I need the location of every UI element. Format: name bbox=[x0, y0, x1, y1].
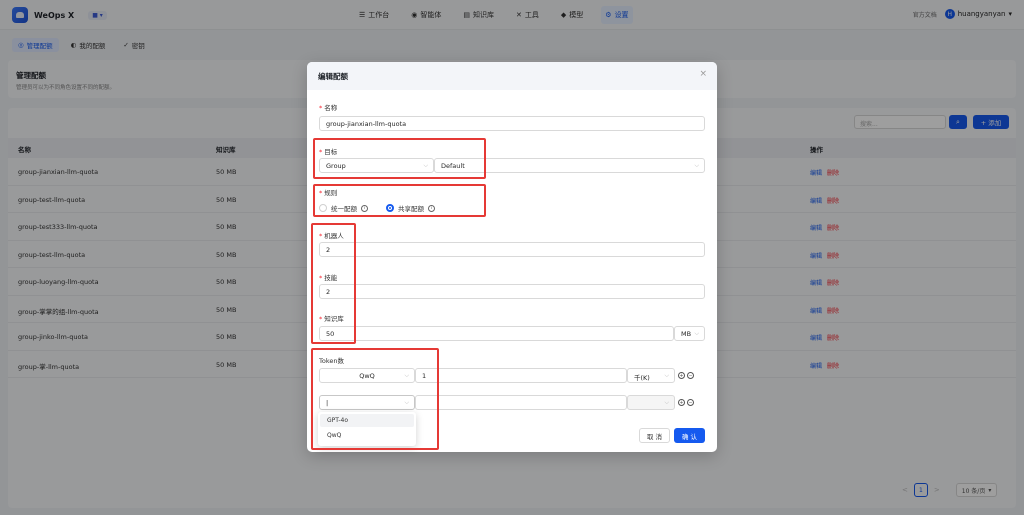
token-model-value: | bbox=[326, 399, 329, 407]
chevron-down-icon: ⌵ bbox=[664, 372, 669, 379]
token-model-select[interactable]: | ⌵ bbox=[319, 395, 415, 410]
dialog-title: 编辑配额 bbox=[318, 72, 348, 81]
skill-label: * 技能 bbox=[319, 274, 338, 282]
edit-quota-dialog: 编辑配额 × * 名称 group-jianxian-llm-quota * 目标 … bbox=[307, 62, 717, 452]
chevron-down-icon: ⌵ bbox=[423, 162, 428, 169]
add-row-icon[interactable]: + bbox=[678, 399, 685, 406]
token-model-select[interactable]: QwQ ⌵ bbox=[319, 368, 415, 383]
name-input[interactable]: group-jianxian-llm-quota bbox=[319, 116, 705, 131]
radio-unified-label: 统一配额 bbox=[331, 205, 357, 213]
token-unit-select[interactable]: ⌵ bbox=[627, 395, 675, 410]
token-label: Token数 bbox=[319, 357, 344, 365]
radio-shared-label: 共享配额 bbox=[398, 205, 424, 213]
chevron-down-icon: ⌵ bbox=[694, 162, 699, 169]
target-value-select[interactable]: Default ⌵ bbox=[434, 158, 705, 173]
cancel-button[interactable]: 取 消 bbox=[639, 428, 670, 443]
chevron-down-icon: ⌵ bbox=[404, 399, 409, 406]
chevron-down-icon: ⌵ bbox=[664, 399, 669, 406]
kb-unit-select[interactable]: MB ⌵ bbox=[674, 326, 705, 341]
token-unit-value: 千(K) bbox=[634, 374, 650, 382]
model-dropdown: GPT-4o QwQ bbox=[318, 412, 416, 446]
chevron-down-icon: ⌵ bbox=[694, 330, 699, 337]
token-count-input[interactable]: 1 bbox=[415, 368, 627, 383]
bot-input[interactable]: 2 bbox=[319, 242, 705, 257]
add-row-icon[interactable]: + bbox=[678, 372, 685, 379]
kb-label: * 知识库 bbox=[319, 315, 344, 323]
confirm-button[interactable]: 确 认 bbox=[674, 428, 705, 443]
target-value: Default bbox=[441, 162, 465, 170]
token-model-value: QwQ bbox=[359, 372, 375, 380]
dropdown-option[interactable]: QwQ bbox=[320, 429, 414, 442]
remove-row-icon[interactable]: − bbox=[687, 372, 694, 379]
target-label: * 目标 bbox=[319, 148, 338, 156]
bot-label: * 机器人 bbox=[319, 232, 344, 240]
name-label: * 名称 bbox=[319, 104, 338, 112]
info-icon[interactable]: i bbox=[361, 204, 368, 212]
rule-label: * 规则 bbox=[319, 189, 338, 197]
close-icon[interactable]: × bbox=[699, 69, 707, 79]
remove-row-icon[interactable]: − bbox=[687, 399, 694, 406]
rule-radio-group: 统一配额 i 共享配额 i bbox=[319, 203, 435, 213]
info-icon[interactable]: i bbox=[428, 204, 435, 212]
kb-unit-value: MB bbox=[681, 330, 692, 338]
radio-shared[interactable] bbox=[386, 204, 394, 212]
dropdown-option[interactable]: GPT-4o bbox=[320, 414, 414, 427]
target-type-select[interactable]: Group ⌵ bbox=[319, 158, 434, 173]
skill-input[interactable]: 2 bbox=[319, 284, 705, 299]
chevron-down-icon: ⌵ bbox=[404, 372, 409, 379]
kb-input[interactable]: 50 bbox=[319, 326, 674, 341]
radio-unified[interactable] bbox=[319, 204, 327, 212]
token-count-input[interactable] bbox=[415, 395, 627, 410]
target-type-value: Group bbox=[326, 162, 346, 170]
token-unit-select[interactable]: 千(K) ⌵ bbox=[627, 368, 675, 383]
dialog-header: 编辑配额 × bbox=[307, 62, 717, 90]
